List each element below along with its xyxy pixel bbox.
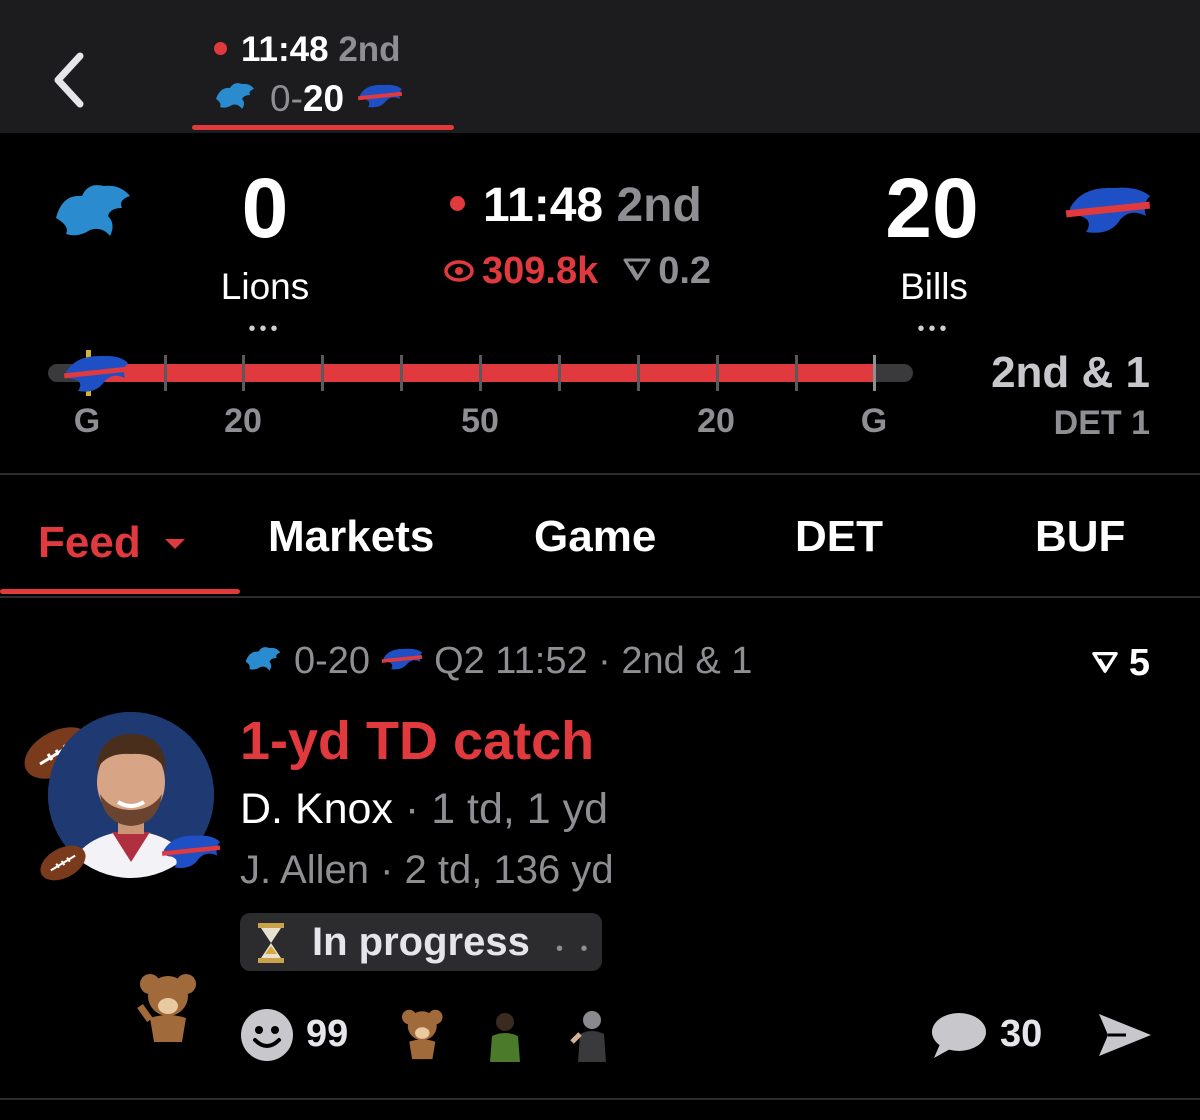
- game-clock: 11:48 2nd: [450, 178, 702, 233]
- bills-logo-icon: [160, 832, 222, 877]
- back-chevron-icon[interactable]: [48, 50, 88, 110]
- game-clock-period: 2nd: [616, 179, 702, 232]
- mini-score-sep: -: [290, 78, 303, 119]
- yard-tick: [637, 355, 640, 391]
- tab-buf[interactable]: BUF: [1035, 512, 1125, 562]
- post-score: 0-20: [294, 640, 371, 682]
- yard-tick: [242, 355, 245, 391]
- secondary-player-name[interactable]: J. Allen: [240, 848, 369, 892]
- top-nav-bar: [0, 0, 1200, 133]
- tab-feed[interactable]: Feed: [38, 512, 187, 568]
- mini-score-home: 0: [270, 78, 291, 119]
- yard-label: G: [73, 402, 101, 440]
- bills-ball-marker-icon: [62, 352, 130, 401]
- add-reaction-smiley-icon[interactable]: [240, 1008, 294, 1067]
- reactor-avatar[interactable]: [484, 1008, 526, 1067]
- live-dot-icon: [214, 42, 227, 55]
- post-like-count: 5: [1128, 642, 1150, 684]
- tab-game[interactable]: Game: [534, 512, 656, 562]
- primary-player-line: · 1 td, 1 yd: [404, 785, 609, 833]
- home-score: 0: [241, 161, 289, 255]
- reactor-avatar[interactable]: [398, 1004, 448, 1067]
- lions-logo-icon: [242, 640, 284, 683]
- yard-tick: [795, 355, 798, 391]
- like-fork-icon: [1091, 642, 1119, 685]
- lions-logo-icon: [212, 78, 258, 120]
- tab-markets[interactable]: Markets: [268, 512, 434, 562]
- away-more-button[interactable]: •••: [884, 318, 984, 341]
- mini-score[interactable]: 0-20: [212, 78, 404, 120]
- post-headline: 1-yd TD catch: [240, 711, 595, 771]
- yard-label: 20: [224, 402, 262, 440]
- yard-label: 50: [461, 402, 499, 440]
- mini-clock-period: 2nd: [338, 30, 401, 69]
- comment-count: 30: [1000, 1013, 1043, 1055]
- post-like-button[interactable]: 5: [1091, 642, 1150, 685]
- primary-player-stat: D. Knox · 1 td, 1 yd: [240, 785, 608, 834]
- yard-tick: [164, 355, 167, 391]
- yard-tick: [400, 355, 403, 391]
- game-clock-time: 11:48: [483, 179, 604, 232]
- reactor-avatar[interactable]: [568, 1006, 612, 1067]
- home-team-name: Lions: [220, 266, 310, 307]
- yard-tick: [558, 355, 561, 391]
- reaction-character-icon: [136, 966, 202, 1051]
- like-count: 0.2: [658, 250, 712, 292]
- post-meta: 0-20 Q2 11:52 · 2nd & 1: [242, 640, 752, 683]
- status-progress-dots: • •: [556, 938, 594, 960]
- primary-player-name[interactable]: D. Knox: [240, 785, 393, 833]
- yard-label: 20: [697, 402, 735, 440]
- secondary-player-line: · 2 td, 136 yd: [380, 848, 614, 892]
- yard-tick: [321, 355, 324, 391]
- post-time: Q2 11:52 · 2nd & 1: [434, 640, 753, 682]
- caret-down-icon: [163, 512, 187, 562]
- bills-logo-icon: [356, 78, 404, 120]
- mini-score-underline: [192, 125, 454, 130]
- tab-active-underline: [0, 589, 240, 594]
- goal-line-tick: [873, 355, 876, 391]
- away-score: 20: [885, 161, 979, 255]
- lions-logo-icon: [50, 178, 136, 247]
- viewer-count: 309.8k: [482, 250, 599, 292]
- live-dot-icon: [450, 196, 465, 211]
- yard-tick: [479, 355, 482, 391]
- away-team-name: Bills: [900, 266, 968, 307]
- bills-logo-icon: [1064, 182, 1152, 243]
- eye-icon: [444, 250, 474, 293]
- like-fork-icon: [622, 250, 652, 293]
- divider: [0, 1098, 1200, 1100]
- status-text: In progress: [312, 920, 530, 964]
- yard-label: G: [860, 402, 888, 440]
- home-more-button[interactable]: •••: [215, 318, 315, 341]
- yard-tick: [716, 355, 719, 391]
- viewer-stats: 309.8k 0.2: [444, 250, 711, 293]
- tab-feed-label: Feed: [38, 518, 141, 567]
- comment-bubble-icon[interactable]: [930, 1010, 988, 1065]
- tab-det[interactable]: DET: [795, 512, 883, 562]
- bills-logo-icon: [380, 640, 424, 683]
- mini-game-clock[interactable]: 11:48 2nd: [214, 30, 401, 70]
- football-icon: [36, 838, 90, 893]
- down-and-distance: 2nd & 1: [991, 348, 1150, 397]
- divider: [0, 596, 1200, 598]
- share-send-icon[interactable]: [1096, 1010, 1154, 1065]
- mini-clock-time: 11:48: [241, 30, 329, 69]
- ball-spot: DET 1: [1053, 404, 1150, 442]
- hourglass-icon: [256, 922, 286, 969]
- mini-score-away: 20: [302, 78, 345, 119]
- reaction-count: 99: [306, 1013, 349, 1055]
- secondary-player-stat: J. Allen · 2 td, 136 yd: [240, 848, 614, 893]
- divider: [0, 473, 1200, 475]
